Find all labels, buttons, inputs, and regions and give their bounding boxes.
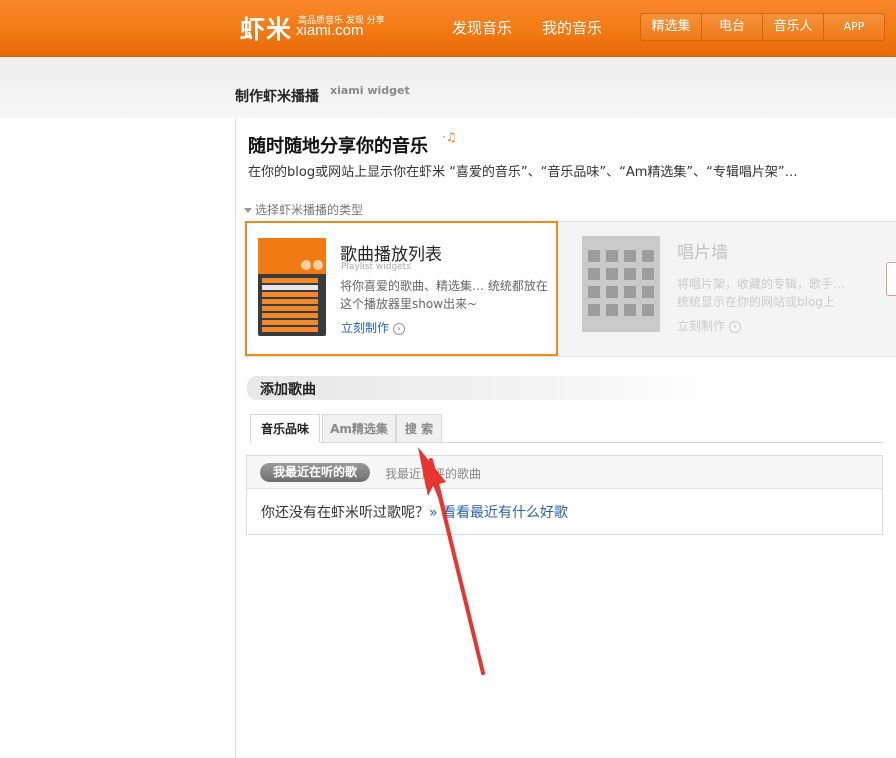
nav-my-music[interactable]: 我的音乐 xyxy=(542,17,602,38)
tab-search[interactable]: 搜 索 xyxy=(396,414,442,443)
thumbnail-cell xyxy=(606,268,618,280)
thumbnail-cell xyxy=(606,304,618,316)
empty-message: 你还没有在虾米听过歌呢？» 看看最近有什么好歌 xyxy=(261,502,568,522)
thumbnail-cell xyxy=(606,250,618,262)
next-type-button[interactable] xyxy=(886,262,896,296)
tabs-baseline xyxy=(250,442,883,443)
play-icon xyxy=(301,260,311,270)
widget-type-caption: 选择虾米播播的类型 xyxy=(244,201,363,218)
logo-domain: xiami.com xyxy=(296,22,364,39)
thumbnail-row xyxy=(262,320,318,325)
playlist-widget-thumbnail xyxy=(258,238,326,336)
album-wall-widget-card[interactable]: 唱片墙 将唱片架，收藏的专辑，歌手… 统统显示在你的网站或blog上 立刻制作 › xyxy=(560,222,896,356)
playlist-create-label: 立刻制作 xyxy=(341,321,390,335)
sub-nav: 精选集 电台 音乐人 APP xyxy=(640,13,885,41)
thumbnail-row xyxy=(262,285,318,290)
add-songs-title: 添加歌曲 xyxy=(260,382,316,398)
album-wall-title: 唱片墙 xyxy=(677,243,728,263)
thumbnail-cell xyxy=(642,268,654,280)
playlist-create-link[interactable]: 立刻制作 › xyxy=(341,319,406,336)
widget-type-caption-text: 选择虾米播播的类型 xyxy=(255,203,364,217)
music-note-icon: ·♫ xyxy=(442,130,457,144)
page-top-band xyxy=(0,58,896,118)
thumbnail-cell xyxy=(588,268,600,280)
tab-music-taste[interactable]: 音乐品味 xyxy=(250,414,320,443)
song-subtabs: 我最近在听的歌 我最近点评的歌曲 xyxy=(247,456,882,489)
thumbnail-cell xyxy=(588,286,600,298)
thumbnail-row xyxy=(262,306,318,311)
playlist-card-en: Playlist widgets xyxy=(341,262,411,272)
album-wall-create-link[interactable]: 立刻制作 › xyxy=(677,317,742,334)
tab-am-collections[interactable]: Am精选集 xyxy=(322,414,396,443)
album-wall-desc-line2: 统统显示在你的网站或blog上 xyxy=(677,295,835,309)
album-wall-thumbnail xyxy=(582,236,660,332)
thumbnail-cell xyxy=(642,250,654,262)
page-title: 制作虾米播播 xyxy=(235,89,319,105)
thumbnail-cell xyxy=(642,286,654,298)
logo-cn: 虾米 xyxy=(240,15,293,44)
page-subtitle: xiami widget xyxy=(330,84,410,97)
nav-musicians[interactable]: 音乐人 xyxy=(763,14,824,40)
subtab-recently-reviewed[interactable]: 我最近点评的歌曲 xyxy=(385,465,481,482)
song-list-box: 我最近在听的歌 我最近点评的歌曲 你还没有在虾米听过歌呢？» 看看最近有什么好歌 xyxy=(246,455,883,535)
thumbnail-cell xyxy=(624,268,636,280)
add-songs-header-bar xyxy=(247,376,717,400)
intro-text: 在你的blog或网站上显示你在虾米 “喜爱的音乐”、“音乐品味”、“Am精选集”… xyxy=(248,165,798,180)
chevron-right-icon: › xyxy=(393,322,406,335)
playlist-widget-card[interactable]: 歌曲播放列表 Playlist widgets 将你喜爱的歌曲、精选集… 统统都… xyxy=(245,221,558,356)
thumbnail-cell xyxy=(588,304,600,316)
next-icon xyxy=(313,260,323,270)
thumbnail-row xyxy=(262,313,318,318)
nav-radio[interactable]: 电台 xyxy=(702,14,763,40)
empty-message-text: 你还没有在虾米听过歌呢？ xyxy=(261,505,429,521)
thumbnail-row xyxy=(262,278,318,283)
thumbnail-cell xyxy=(606,286,618,298)
triangle-down-icon xyxy=(244,208,252,213)
thumbnail-row xyxy=(262,292,318,297)
album-wall-desc-line1: 将唱片架，收藏的专辑，歌手… xyxy=(677,277,846,291)
discover-songs-link[interactable]: » 看看最近有什么好歌 xyxy=(429,505,568,521)
chevron-right-icon: › xyxy=(729,320,742,333)
thumbnail-cell xyxy=(624,304,636,316)
nav-discover-music[interactable]: 发现音乐 xyxy=(452,17,512,38)
thumbnail-cell xyxy=(642,304,654,316)
headline: 随时随地分享你的音乐 xyxy=(248,136,428,157)
subtab-recently-played[interactable]: 我最近在听的歌 xyxy=(260,463,371,482)
nav-app[interactable]: APP xyxy=(824,14,884,40)
thumbnail-cell xyxy=(588,250,600,262)
nav-collections[interactable]: 精选集 xyxy=(641,14,702,40)
thumbnail-row xyxy=(262,299,318,304)
site-header: 虾米 高品质音乐 发现 分享 xiami.com 发现音乐 我的音乐 精选集 电… xyxy=(0,0,896,57)
thumbnail-cell xyxy=(624,286,636,298)
thumbnail-row xyxy=(262,327,318,332)
playlist-card-desc: 将你喜爱的歌曲、精选集… 统统都放在这个播放器里show出来~ xyxy=(340,279,548,311)
thumbnail-cell xyxy=(624,250,636,262)
album-wall-desc: 将唱片架，收藏的专辑，歌手… 统统显示在你的网站或blog上 xyxy=(677,275,845,311)
album-wall-create-label: 立刻制作 xyxy=(677,319,726,333)
